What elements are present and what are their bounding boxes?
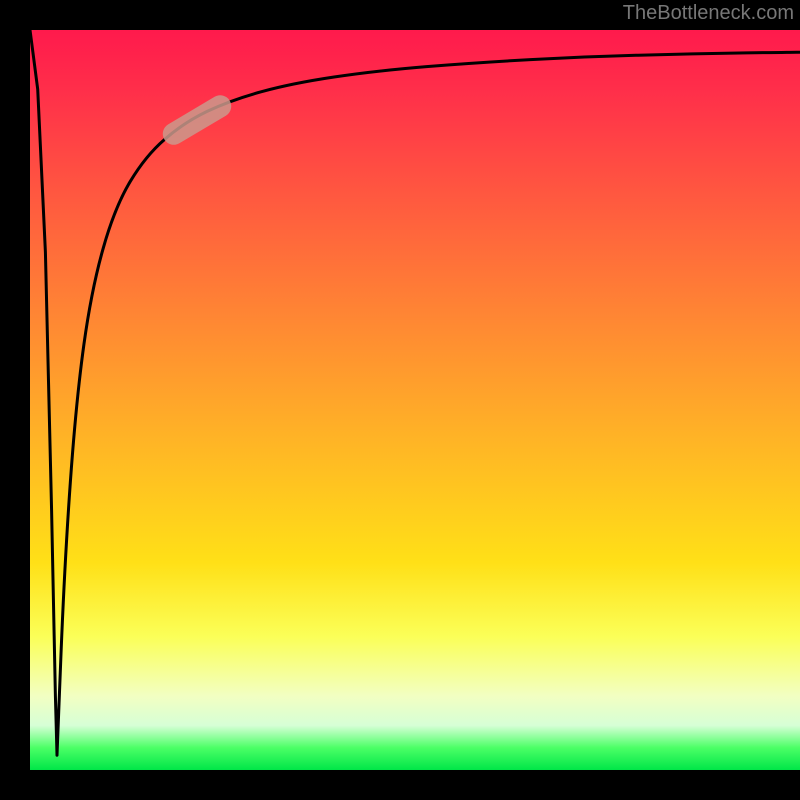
chart-curve-svg (30, 30, 800, 770)
chart-plot-area (30, 30, 800, 770)
attribution-text: TheBottleneck.com (623, 2, 794, 25)
chart-curve-path (30, 30, 800, 755)
